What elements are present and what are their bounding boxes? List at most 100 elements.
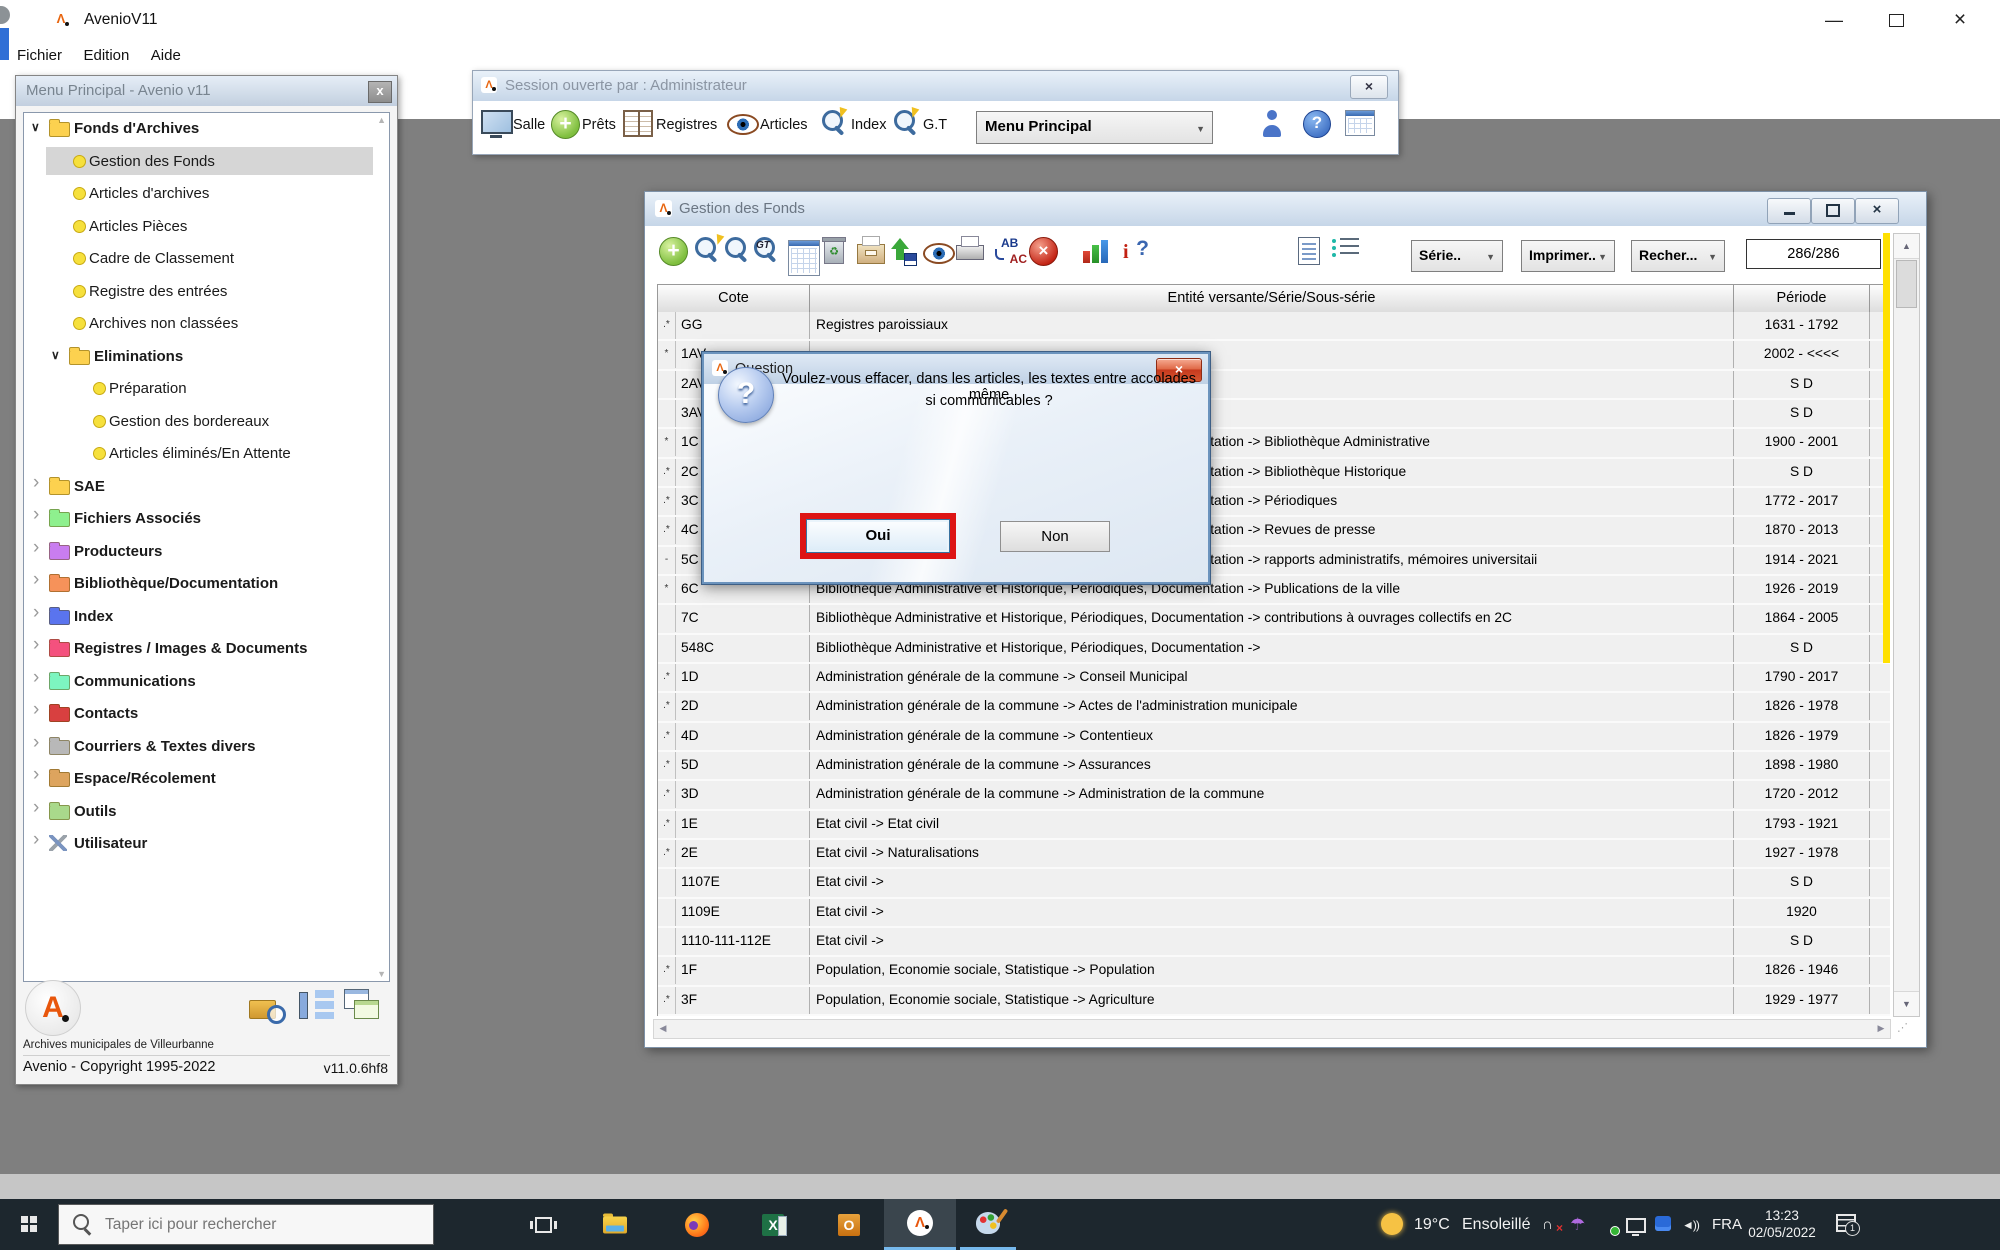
- registres-button[interactable]: Registres: [656, 117, 717, 133]
- print-icon[interactable]: [956, 236, 984, 260]
- tree-item[interactable]: › Communications: [24, 666, 389, 699]
- table-row[interactable]: 7C Bibliothèque Administrative et Histori…: [658, 605, 1890, 635]
- tree-item[interactable]: Gestion des Fonds: [24, 146, 389, 179]
- table-row[interactable]: 1107E Etat civil -> S D: [658, 869, 1890, 899]
- chevron-right-icon[interactable]: ›: [33, 537, 39, 559]
- replace-ab-ac-icon[interactable]: AB AC: [993, 236, 1029, 266]
- taskbar-paint[interactable]: [960, 1199, 1016, 1250]
- folder-search-icon[interactable]: [249, 986, 287, 1024]
- language-indicator[interactable]: FRA: [1712, 1199, 1742, 1250]
- tree-item[interactable]: › Bibliothèque/Documentation: [24, 568, 389, 601]
- tree-item[interactable]: › Fichiers Associés: [24, 503, 389, 536]
- umbrella-icon[interactable]: ☂: [1570, 1216, 1588, 1234]
- chevron-right-icon[interactable]: ›: [33, 504, 39, 526]
- calendar-icon[interactable]: [788, 240, 820, 276]
- weather-desc[interactable]: Ensoleillé: [1462, 1199, 1530, 1250]
- scrollbar-thumb[interactable]: [1896, 260, 1917, 308]
- tree-item[interactable]: ∨ Fonds d'Archives: [24, 113, 389, 146]
- scroll-up-icon[interactable]: ▲: [1894, 234, 1919, 259]
- oui-button[interactable]: Oui: [806, 519, 950, 553]
- notification-center-button[interactable]: 1: [1836, 1214, 1860, 1236]
- table-row[interactable]: .* 5D Administration générale de la commun…: [658, 751, 1890, 782]
- vertical-scrollbar[interactable]: ▲ ▼: [1893, 233, 1920, 1017]
- cascade-windows-icon[interactable]: [343, 986, 381, 1024]
- salle-button[interactable]: Salle: [513, 117, 545, 133]
- search-bolt-icon[interactable]: [694, 234, 725, 271]
- monitor-icon[interactable]: [481, 110, 513, 138]
- taskbar-outlook[interactable]: O: [824, 1199, 874, 1250]
- gt-search-icon[interactable]: GT: [753, 237, 783, 271]
- chevron-right-icon[interactable]: ›: [33, 699, 39, 721]
- chevron-right-icon[interactable]: ›: [33, 764, 39, 786]
- rechercher-dropdown[interactable]: Recher... ▼: [1631, 240, 1725, 272]
- column-header-periode[interactable]: Période: [1734, 285, 1870, 313]
- archive-box-icon[interactable]: [857, 236, 885, 264]
- tree-item[interactable]: Préparation: [24, 373, 389, 406]
- user-icon[interactable]: [1259, 110, 1285, 137]
- table-row[interactable]: 1110-111-112E Etat civil -> S D: [658, 927, 1890, 958]
- tree-item[interactable]: Cadre de Classement: [24, 243, 389, 276]
- tree-item[interactable]: › Index: [24, 601, 389, 634]
- table-row[interactable]: .* 2D Administration générale de la commun…: [658, 693, 1890, 723]
- tree-item[interactable]: › Espace/Récolement: [24, 763, 389, 796]
- tree-item[interactable]: Articles éliminés/En Attente: [24, 438, 389, 471]
- start-button[interactable]: [0, 1199, 58, 1250]
- tree-item[interactable]: › SAE: [24, 471, 389, 504]
- search-input[interactable]: [103, 1205, 407, 1244]
- menu-fichier[interactable]: Fichier: [17, 40, 62, 73]
- table-row[interactable]: 548C Bibliothèque Administrative et Histo…: [658, 634, 1890, 664]
- intel-graphics-icon[interactable]: [1655, 1216, 1671, 1231]
- minimize-button[interactable]: —: [1806, 0, 1862, 40]
- trash-icon[interactable]: ♻: [822, 237, 846, 264]
- chart-icon[interactable]: [1083, 237, 1110, 263]
- table-row[interactable]: .* 1F Population, Economie sociale, Statis…: [658, 957, 1890, 987]
- sun-weather-icon[interactable]: [1381, 1213, 1403, 1235]
- tree-item[interactable]: › Courriers & Textes divers: [24, 731, 389, 764]
- chevron-right-icon[interactable]: ›: [33, 602, 39, 624]
- prets-button[interactable]: Prêts: [582, 117, 616, 133]
- serie-dropdown[interactable]: Série.. ▼: [1411, 240, 1503, 272]
- table-row[interactable]: .* GG Registres paroissiaux 1631 - 1792: [658, 312, 1890, 342]
- tree-item[interactable]: › Utilisateur: [24, 828, 389, 861]
- column-header-entite[interactable]: Entité versante/Série/Sous-série: [810, 285, 1734, 313]
- close-button[interactable]: ×: [1932, 0, 1988, 40]
- table-row[interactable]: .* 1D Administration générale de la commun…: [658, 663, 1890, 694]
- chevron-right-icon[interactable]: ›: [33, 732, 39, 754]
- scroll-right-icon[interactable]: ▶: [1872, 1020, 1890, 1038]
- chevron-right-icon[interactable]: ›: [33, 634, 39, 656]
- clock[interactable]: 13:23 02/05/2022: [1742, 1199, 1822, 1250]
- panel-close-button[interactable]: x: [368, 81, 392, 103]
- chevron-right-icon[interactable]: ›: [33, 472, 39, 494]
- headset-muted-icon[interactable]: ∩: [1542, 1216, 1563, 1237]
- scroll-down-icon[interactable]: ▼: [1894, 991, 1919, 1016]
- tree-item[interactable]: › Registres / Images & Documents: [24, 633, 389, 666]
- table-row[interactable]: .* 2E Etat civil -> Naturalisations 1927 - …: [658, 839, 1890, 870]
- network-icon[interactable]: [1626, 1218, 1646, 1236]
- speaker-icon[interactable]: ◄)): [1682, 1216, 1700, 1234]
- chevron-down-icon[interactable]: ∨: [51, 348, 60, 362]
- fonds-close-button[interactable]: ×: [1855, 198, 1899, 224]
- calendar-icon[interactable]: [1345, 110, 1375, 136]
- tree-item[interactable]: Gestion des bordereaux: [24, 406, 389, 439]
- scroll-left-icon[interactable]: ◀: [654, 1020, 672, 1038]
- chevron-right-icon[interactable]: ›: [33, 797, 39, 819]
- articles-button[interactable]: Articles: [760, 117, 808, 133]
- menu-aide[interactable]: Aide: [151, 40, 181, 73]
- eye-icon[interactable]: [727, 114, 759, 135]
- session-close-button[interactable]: ×: [1350, 75, 1388, 99]
- imprimer-dropdown[interactable]: Imprimer.. ▼: [1521, 240, 1615, 272]
- tree-item[interactable]: Archives non classées: [24, 308, 389, 341]
- zoom-icon[interactable]: [724, 237, 754, 271]
- resize-grip[interactable]: ⋰: [1897, 1021, 1911, 1035]
- document-icon[interactable]: [1298, 237, 1320, 265]
- cancel-icon[interactable]: ×: [1029, 237, 1058, 266]
- tree-item[interactable]: ∨ Eliminations: [24, 341, 389, 374]
- chevron-down-icon[interactable]: ∨: [31, 120, 40, 134]
- tree-item[interactable]: Articles Pièces: [24, 211, 389, 244]
- index-button[interactable]: Index: [851, 117, 886, 133]
- taskbar-firefox[interactable]: [672, 1199, 722, 1250]
- chevron-right-icon[interactable]: ›: [33, 569, 39, 591]
- list-icon[interactable]: [1331, 237, 1359, 261]
- horizontal-scrollbar[interactable]: ◀ ▶: [653, 1019, 1891, 1039]
- fonds-restore-button[interactable]: [1811, 198, 1855, 224]
